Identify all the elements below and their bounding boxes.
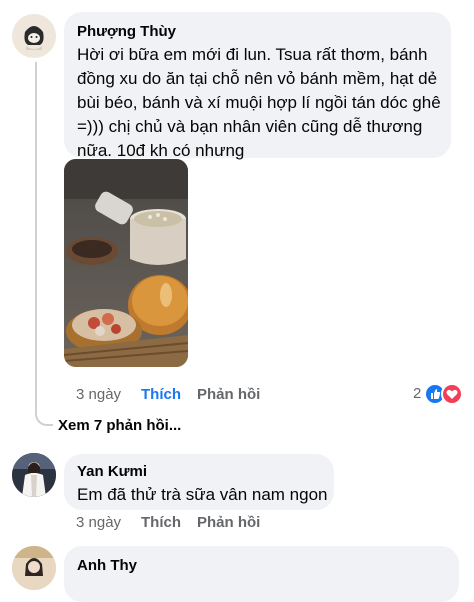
comment-author[interactable]: Phượng Thùy [77, 23, 176, 40]
avatar[interactable] [12, 14, 56, 58]
comment-text-line: đồng xu do ăn tại chỗ nên vỏ bánh mềm, h… [77, 69, 438, 88]
comment-bubble: Phượng Thùy Hời ơi bữa em mới đi lun. Ts… [64, 12, 451, 160]
thread-line [35, 62, 37, 412]
comment-photo[interactable] [64, 159, 188, 367]
avatar[interactable] [12, 546, 56, 590]
comment-text-line: =))) chị chủ và bạn nhân viên cũng dễ th… [77, 117, 423, 136]
comment-bubble: Anh Thy [64, 546, 459, 602]
comment-text-line: Hời ơi bữa em mới đi lun. Tsua rất thơm,… [77, 45, 428, 64]
comment-text: Em đã thử trà sữa vân nam ngon [77, 485, 328, 504]
avatar[interactable] [12, 453, 56, 497]
view-replies-link[interactable]: Xem 7 phản hồi... [58, 417, 181, 434]
comment-text-line: bùi béo, bánh và xí muội hợp lí ngồi tán… [77, 93, 441, 112]
comment-bubble: Yan Kưmi Em đã thử trà sữa vân nam ngon [64, 454, 334, 510]
like-button[interactable]: Thích [141, 386, 181, 403]
reaction-count[interactable]: 2 [413, 385, 421, 402]
thread-line-curve [35, 410, 53, 426]
reply-button[interactable]: Phản hồi [197, 514, 260, 531]
comment-author[interactable]: Yan Kưmi [77, 463, 147, 480]
comment-author[interactable]: Anh Thy [77, 557, 137, 574]
comment-time[interactable]: 3 ngày [76, 386, 121, 403]
love-reaction-icon [441, 383, 463, 405]
comment-time[interactable]: 3 ngày [76, 514, 121, 531]
reply-button[interactable]: Phản hồi [197, 386, 260, 403]
like-button[interactable]: Thích [141, 514, 181, 531]
